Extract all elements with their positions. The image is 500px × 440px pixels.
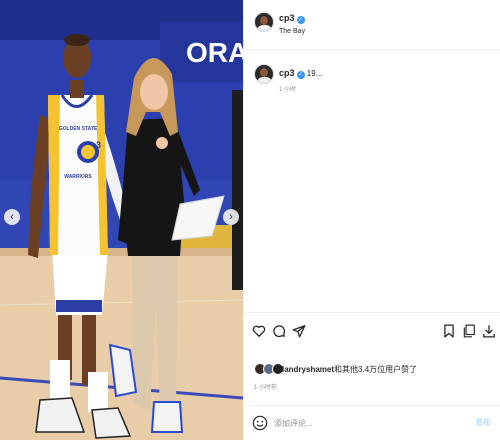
actions-divider <box>244 312 500 313</box>
avatar[interactable] <box>254 12 274 32</box>
carousel-next-button[interactable]: › <box>223 209 239 225</box>
verified-badge-icon: ✓ <box>296 71 305 79</box>
emoji-icon[interactable] <box>252 415 268 431</box>
caption-avatar[interactable] <box>254 64 274 84</box>
post-photo: ORA GOLDEN STATE 3 WARRIORS <box>0 0 243 440</box>
chevron-left-icon: ‹ <box>10 210 14 223</box>
bookmark-icon <box>444 324 454 338</box>
caption-row: cp3 ✓ 19... <box>279 68 322 79</box>
verified-badge-icon: ✓ <box>296 16 305 24</box>
caption-text: 19... <box>306 69 323 78</box>
author-username-row: cp3 ✓ <box>279 13 305 24</box>
copy-icon <box>463 324 475 338</box>
comment-icon <box>273 325 285 337</box>
likes-count-text[interactable]: 和其他3.4万位用户赞了 <box>334 365 417 374</box>
comment-bar: 发布 <box>244 405 500 440</box>
send-icon <box>292 325 306 338</box>
post-header: cp3 ✓ The Bay <box>244 0 500 50</box>
jersey-number: 3 <box>96 140 101 150</box>
likes-summary[interactable]: landryshamet和其他3.4万位用户赞了 <box>254 362 494 378</box>
post-media[interactable]: ORA GOLDEN STATE 3 WARRIORS ‹ › <box>0 0 243 440</box>
download-button[interactable] <box>480 322 498 340</box>
caption-timestamp: 1 小时 <box>279 87 297 93</box>
action-bar <box>244 322 500 346</box>
heart-icon <box>252 325 266 337</box>
caption-username[interactable]: cp3 <box>279 68 295 78</box>
jersey-text-bottom: WARRIORS <box>64 174 92 180</box>
likes-text: landryshamet和其他3.4万位用户赞了 <box>282 364 417 375</box>
download-icon <box>483 325 495 338</box>
chevron-right-icon: › <box>229 210 233 223</box>
jersey-text-top: GOLDEN STATE <box>59 126 98 132</box>
copy-button[interactable] <box>460 322 478 340</box>
post-timestamp: 1 小时前 <box>254 385 278 391</box>
liker-username[interactable]: landryshamet <box>282 365 334 374</box>
arena-sign-text: ORA <box>186 37 243 68</box>
like-button[interactable] <box>250 322 268 340</box>
comment-button[interactable] <box>270 322 288 340</box>
save-button[interactable] <box>440 322 458 340</box>
post-comment-button[interactable]: 发布 <box>475 417 491 428</box>
comment-input[interactable] <box>274 416 444 430</box>
share-button[interactable] <box>290 322 308 340</box>
post-location[interactable]: The Bay <box>279 28 305 35</box>
author-username[interactable]: cp3 <box>279 13 295 23</box>
post-details-panel: cp3 ✓ The Bay cp3 ✓ 19... 1 小时 landrysha… <box>243 0 500 440</box>
carousel-prev-button[interactable]: ‹ <box>4 209 20 225</box>
